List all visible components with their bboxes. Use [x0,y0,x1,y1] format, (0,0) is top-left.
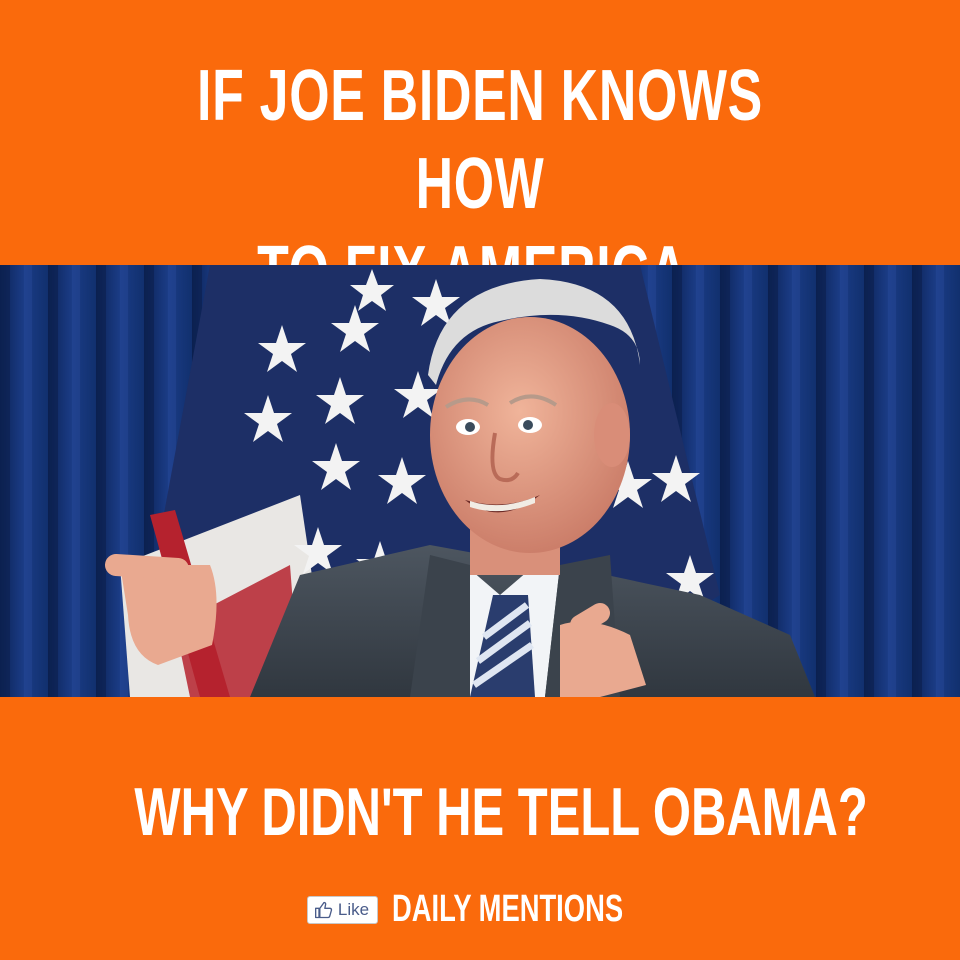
like-label: Like [337,899,370,919]
bottom-caption: WHY DIDN'T HE TELL OBAMA? [134,774,868,850]
meme-photo [0,265,960,697]
top-caption-line-1: IF JOE BIDEN KNOWS HOW [197,56,763,224]
like-button[interactable]: Like [306,895,379,924]
brand-name: DAILY MENTIONS [392,888,624,930]
footer: Like DAILY MENTIONS [0,888,960,931]
thumbs-up-icon [314,901,333,918]
